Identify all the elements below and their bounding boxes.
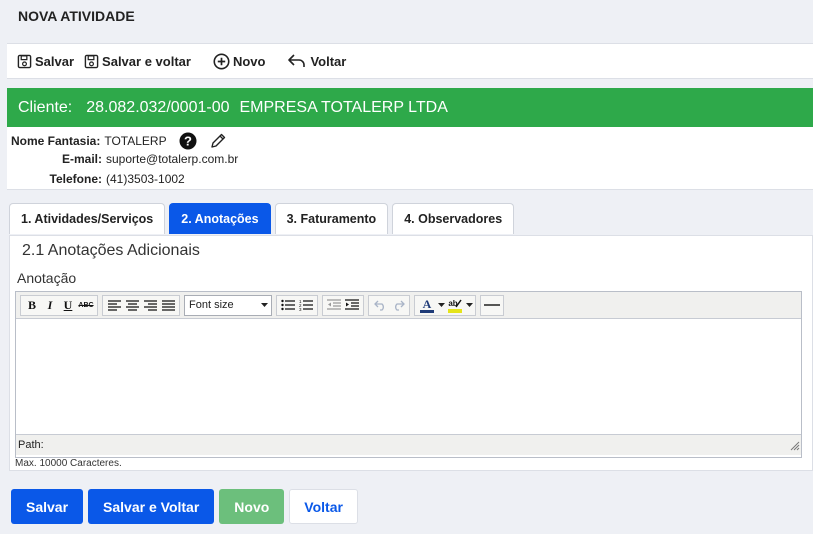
undo-arrow-icon <box>287 53 307 69</box>
history-group <box>368 294 410 316</box>
email-value: suporte@totalerp.com.br <box>106 152 239 166</box>
format-group: B I U ABC <box>20 294 98 316</box>
email-label: E-mail: <box>61 152 102 166</box>
annotations-panel: 2.1 Anotações Adicionais Anotação B I U … <box>9 235 813 471</box>
font-size-select[interactable]: Font size <box>184 294 272 316</box>
indent-group <box>322 294 364 316</box>
page-title: NOVA ATIVIDADE <box>18 8 135 24</box>
save-button[interactable]: Salvar <box>17 54 74 69</box>
hr-group <box>480 294 504 316</box>
client-name: EMPRESA TOTALERP LTDA <box>239 98 448 116</box>
save-and-back-label: Salvar e voltar <box>102 53 191 69</box>
editor-toolbar: B I U ABC Font size 123 A ab <box>16 292 801 319</box>
resize-handle-icon[interactable] <box>790 441 800 454</box>
numbered-list-icon[interactable]: 123 <box>297 297 315 314</box>
bold-icon[interactable]: B <box>23 297 41 314</box>
new-button-label: Novo <box>232 53 266 69</box>
max-characters-note: Max. 10000 Caracteres. <box>15 458 122 469</box>
highlight-color-icon[interactable]: ab <box>445 297 465 314</box>
undo-icon[interactable] <box>371 297 389 314</box>
align-left-icon[interactable] <box>105 297 123 314</box>
rich-text-editor: B I U ABC Font size 123 A ab Path: <box>15 291 802 458</box>
save-icon <box>84 54 99 69</box>
horizontal-rule-icon[interactable] <box>483 297 501 314</box>
help-icon[interactable]: ? <box>179 132 197 150</box>
outdent-icon[interactable] <box>325 297 343 314</box>
tab-bar: 1. Atividades/Serviços 2. Anotações 3. F… <box>9 203 518 235</box>
tab-anotacoes[interactable]: 2. Anotações <box>169 203 271 234</box>
back-button[interactable]: Voltar <box>287 53 346 69</box>
footer-save-button[interactable]: Salvar <box>11 489 84 524</box>
annotation-label: Anotação <box>17 270 77 286</box>
tab-observadores[interactable]: 4. Observadores <box>392 203 515 234</box>
path-label: Path: <box>18 439 44 451</box>
indent-icon[interactable] <box>343 297 361 314</box>
fantasia-label: Nome Fantasia: <box>11 134 101 148</box>
footer-save-and-back-button[interactable]: Salvar e Voltar <box>88 489 215 524</box>
color-group: A ab <box>414 294 476 316</box>
svg-text:?: ? <box>184 134 192 149</box>
client-label: Cliente: <box>18 98 73 116</box>
tab-faturamento[interactable]: 3. Faturamento <box>274 203 389 234</box>
back-button-label: Voltar <box>310 53 347 69</box>
annotation-textarea[interactable] <box>16 319 801 435</box>
align-justify-icon[interactable] <box>159 297 177 314</box>
save-and-back-button[interactable]: Salvar e voltar <box>84 54 191 69</box>
section-title: 2.1 Anotações Adicionais <box>22 242 200 259</box>
client-info: Nome Fantasia: TOTALERP ? E-mail: suport… <box>7 127 813 190</box>
footer-actions: Salvar Salvar e Voltar Novo Voltar <box>11 489 363 524</box>
redo-icon[interactable] <box>389 297 407 314</box>
save-button-label: Salvar <box>35 53 75 69</box>
svg-text:A: A <box>423 297 432 311</box>
list-group: 123 <box>276 294 318 316</box>
client-cnpj: 28.082.032/0001-00 <box>86 98 230 116</box>
save-icon <box>17 54 32 69</box>
highlight-color-caret-icon[interactable] <box>465 297 473 314</box>
italic-icon[interactable]: I <box>41 297 59 314</box>
top-toolbar: Salvar Salvar e voltar Novo Voltar <box>7 43 813 79</box>
editor-statusbar: Path: <box>16 435 801 455</box>
client-bar: Cliente: 28.082.032/0001-00 EMPRESA TOTA… <box>7 88 813 127</box>
align-group <box>102 294 180 316</box>
align-right-icon[interactable] <box>141 297 159 314</box>
text-color-caret-icon[interactable] <box>437 297 445 314</box>
email-row: E-mail: suporte@totalerp.com.br <box>7 152 238 166</box>
phone-value: (41)3503-1002 <box>106 172 185 186</box>
strikethrough-icon[interactable]: ABC <box>77 297 95 314</box>
footer-back-button[interactable]: Voltar <box>289 489 358 524</box>
tab-atividades-servicos[interactable]: 1. Atividades/Serviços <box>9 203 166 234</box>
svg-text:3: 3 <box>299 307 302 311</box>
new-button[interactable]: Novo <box>213 52 266 70</box>
caret-down-icon <box>261 299 268 311</box>
underline-icon[interactable]: U <box>59 297 77 314</box>
edit-pencil-icon[interactable] <box>209 132 227 150</box>
plus-circle-icon <box>213 52 230 70</box>
font-size-label: Font size <box>189 299 234 311</box>
phone-label: Telefone: <box>49 172 102 186</box>
footer-new-button[interactable]: Novo <box>219 489 285 524</box>
bullet-list-icon[interactable] <box>279 297 297 314</box>
text-color-icon[interactable]: A <box>417 297 437 314</box>
phone-row: Telefone: (41)3503-1002 <box>7 172 185 186</box>
fantasia-value: TOTALERP <box>104 134 167 148</box>
fantasia-row: Nome Fantasia: TOTALERP ? <box>11 132 227 150</box>
align-center-icon[interactable] <box>123 297 141 314</box>
